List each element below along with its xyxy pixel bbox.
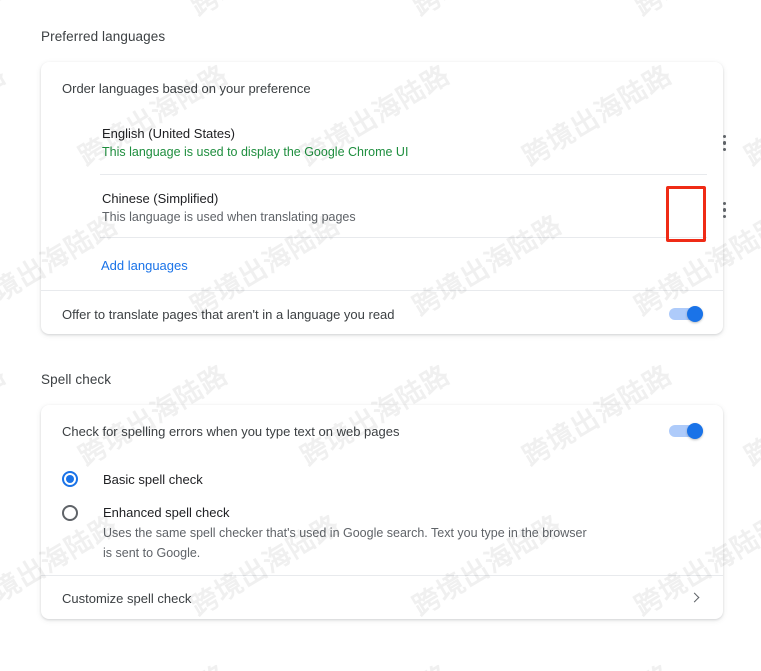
spell-check-enable-toggle[interactable] [669,423,703,439]
language-description: This language is used when translating p… [102,210,356,224]
spell-check-enable-label: Check for spelling errors when you type … [62,424,400,439]
language-divider-1 [100,174,707,175]
toggle-knob [687,306,703,322]
highlight-annotation-box [666,186,706,242]
spell-check-enable-row[interactable]: Check for spelling errors when you type … [41,405,723,455]
toggle-knob [687,423,703,439]
radio-basic-spell-check[interactable] [62,471,78,487]
customize-spell-check-row[interactable]: Customize spell check [41,575,723,619]
customize-spell-check-label: Customize spell check [62,591,192,606]
radio-enhanced-description: Uses the same spell checker that's used … [103,526,587,560]
radio-enhanced-spell-check[interactable] [62,505,78,521]
offer-translate-toggle[interactable] [669,306,703,322]
more-vert-icon-english[interactable] [714,128,736,158]
chevron-right-icon[interactable] [689,593,701,605]
language-description: This language is used to display the Goo… [102,145,409,159]
radio-option-basic[interactable]: Basic spell check [41,468,723,492]
more-vert-icon-chinese[interactable] [714,195,736,225]
language-divider-2 [100,237,707,238]
preferred-languages-heading: Preferred languages [41,29,166,44]
radio-option-enhanced[interactable]: Enhanced spell check Uses the same spell… [41,502,723,566]
offer-translate-row[interactable]: Offer to translate pages that aren't in … [41,290,723,334]
add-languages-link[interactable]: Add languages [101,258,188,273]
radio-enhanced-label: Enhanced spell check [103,505,230,520]
offer-translate-label: Offer to translate pages that aren't in … [62,307,395,322]
language-name: Chinese (Simplified) [102,191,219,206]
language-row-english[interactable]: English (United States) This language is… [41,118,727,168]
order-languages-label: Order languages based on your preference [62,81,311,96]
language-row-chinese[interactable]: Chinese (Simplified) This language is us… [41,184,727,234]
language-name: English (United States) [102,126,235,141]
radio-basic-label: Basic spell check [103,472,203,487]
settings-page: Preferred languages Order languages base… [0,0,761,671]
spell-check-heading: Spell check [41,372,112,387]
